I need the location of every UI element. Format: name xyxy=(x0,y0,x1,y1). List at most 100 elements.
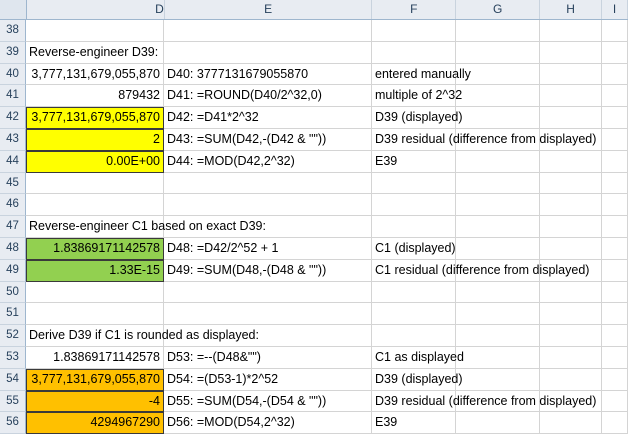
cell-empty[interactable] xyxy=(540,216,602,238)
cell-empty[interactable] xyxy=(540,150,602,173)
column-header-h[interactable]: H xyxy=(540,0,603,19)
cell-d[interactable] xyxy=(26,172,164,195)
cell-f-note[interactable] xyxy=(372,303,456,326)
row-header[interactable]: 46 xyxy=(0,194,26,217)
cell-empty[interactable] xyxy=(456,172,540,195)
cell-f-note[interactable]: C1 (displayed) xyxy=(372,237,456,260)
cell-d[interactable]: 1.33E-15 xyxy=(26,259,164,282)
cell-empty[interactable] xyxy=(540,172,602,195)
cell-f-note[interactable]: C1 as displayed xyxy=(372,346,464,369)
cell-f-note[interactable]: E39 xyxy=(372,412,456,434)
cell-empty[interactable] xyxy=(602,259,628,282)
cell-d[interactable]: Derive D39 if C1 is rounded as displayed… xyxy=(26,325,259,347)
cell-e-formula[interactable]: D56: =MOD(D54,2^32) xyxy=(164,412,372,434)
cell-f-note[interactable] xyxy=(372,41,456,64)
cell-empty[interactable] xyxy=(540,412,602,434)
cell-d[interactable]: 1.83869171142578 xyxy=(26,237,164,260)
cell-empty[interactable] xyxy=(540,325,602,347)
cell-empty[interactable] xyxy=(456,346,540,369)
cell-empty[interactable] xyxy=(602,63,628,86)
row-header[interactable]: 49 xyxy=(0,259,26,282)
cell-f-note[interactable]: D39 residual (difference from displayed) xyxy=(372,128,596,151)
row-header[interactable]: 45 xyxy=(0,172,26,195)
cell-empty[interactable] xyxy=(456,85,540,108)
cell-e-formula[interactable]: D40: 3777131679055870 xyxy=(164,63,372,86)
row-header[interactable]: 47 xyxy=(0,216,26,238)
cell-e-formula[interactable]: D44: =MOD(D42,2^32) xyxy=(164,150,372,173)
cell-d[interactable]: 3,777,131,679,055,870 xyxy=(26,63,164,86)
cell-e-formula[interactable]: D42: =D41*2^32 xyxy=(164,107,372,129)
cell-e-formula[interactable]: D48: =D42/2^52 + 1 xyxy=(164,237,372,260)
cell-empty[interactable] xyxy=(540,20,602,42)
row-header[interactable]: 42 xyxy=(0,107,26,129)
column-header-f[interactable]: F xyxy=(372,0,457,19)
cell-e-formula[interactable]: D54: =(D53-1)*2^52 xyxy=(164,368,372,391)
cell-empty[interactable] xyxy=(602,325,628,347)
cell-empty[interactable] xyxy=(456,412,540,434)
cell-empty[interactable] xyxy=(602,303,628,326)
cell-f-note[interactable]: D39 residual (difference from displayed) xyxy=(372,390,596,413)
row-header[interactable]: 44 xyxy=(0,150,26,173)
row-header[interactable]: 55 xyxy=(0,390,26,413)
row-header[interactable]: 40 xyxy=(0,63,26,86)
cell-d[interactable]: 2 xyxy=(26,128,164,151)
cell-e-formula[interactable] xyxy=(164,303,372,326)
cell-f-note[interactable]: entered manually xyxy=(372,63,471,86)
row-header[interactable]: 39 xyxy=(0,41,26,64)
cell-empty[interactable] xyxy=(602,390,628,413)
cell-f-note[interactable] xyxy=(372,216,456,238)
cell-empty[interactable] xyxy=(602,128,628,151)
cell-empty[interactable] xyxy=(602,107,628,129)
column-header-d[interactable]: D xyxy=(27,0,165,19)
row-header[interactable]: 38 xyxy=(0,20,26,42)
cell-d[interactable] xyxy=(26,194,164,217)
cell-empty[interactable] xyxy=(602,41,628,64)
cell-e-formula[interactable] xyxy=(164,172,372,195)
cell-empty[interactable] xyxy=(540,85,602,108)
cell-empty[interactable] xyxy=(540,368,602,391)
cell-empty[interactable] xyxy=(602,368,628,391)
cell-empty[interactable] xyxy=(456,325,540,347)
cell-d[interactable]: 4294967290 xyxy=(26,412,164,434)
cell-empty[interactable] xyxy=(456,303,540,326)
cell-e-formula[interactable]: D49: =SUM(D48,-(D48 & "")) xyxy=(164,259,372,282)
cell-empty[interactable] xyxy=(540,107,602,129)
cell-empty[interactable] xyxy=(602,281,628,304)
cell-d[interactable]: 3,777,131,679,055,870 xyxy=(26,368,164,391)
cell-d[interactable]: 1.83869171142578 xyxy=(26,346,164,369)
row-header[interactable]: 56 xyxy=(0,412,26,434)
cell-f-note[interactable]: D39 (displayed) xyxy=(372,368,463,391)
cell-empty[interactable] xyxy=(602,237,628,260)
cell-f-note[interactable]: D39 (displayed) xyxy=(372,107,463,129)
cell-empty[interactable] xyxy=(602,194,628,217)
cell-e-formula[interactable]: D53: =--(D48&"") xyxy=(164,346,372,369)
cell-e-formula[interactable] xyxy=(164,41,372,64)
cell-empty[interactable] xyxy=(540,303,602,326)
cell-empty[interactable] xyxy=(602,412,628,434)
cell-d[interactable]: 3,777,131,679,055,870 xyxy=(26,107,164,129)
cell-d[interactable] xyxy=(26,20,164,42)
column-header-e[interactable]: E xyxy=(165,0,373,19)
cell-f-note[interactable] xyxy=(372,325,456,347)
cell-empty[interactable] xyxy=(540,346,602,369)
select-all-corner[interactable] xyxy=(0,0,27,19)
cell-empty[interactable] xyxy=(540,41,602,64)
cell-empty[interactable] xyxy=(602,172,628,195)
cell-f-note[interactable]: E39 xyxy=(372,150,456,173)
cell-empty[interactable] xyxy=(540,237,602,260)
cell-empty[interactable] xyxy=(540,63,602,86)
cell-empty[interactable] xyxy=(602,216,628,238)
cell-d[interactable]: Reverse-engineer D39: xyxy=(26,41,164,64)
cell-e-formula[interactable]: D43: =SUM(D42,-(D42 & "")) xyxy=(164,128,372,151)
cell-empty[interactable] xyxy=(456,281,540,304)
cell-empty[interactable] xyxy=(602,150,628,173)
cell-f-note[interactable] xyxy=(372,20,456,42)
cell-f-note[interactable] xyxy=(372,194,456,217)
cell-empty[interactable] xyxy=(456,216,540,238)
column-header-i[interactable]: I xyxy=(602,0,628,19)
cell-d[interactable]: Reverse-engineer C1 based on exact D39: xyxy=(26,216,266,238)
row-header[interactable]: 50 xyxy=(0,281,26,304)
cell-e-formula[interactable]: D55: =SUM(D54,-(D54 & "")) xyxy=(164,390,372,413)
cell-d[interactable]: 0.00E+00 xyxy=(26,150,164,173)
cell-empty[interactable] xyxy=(456,368,540,391)
